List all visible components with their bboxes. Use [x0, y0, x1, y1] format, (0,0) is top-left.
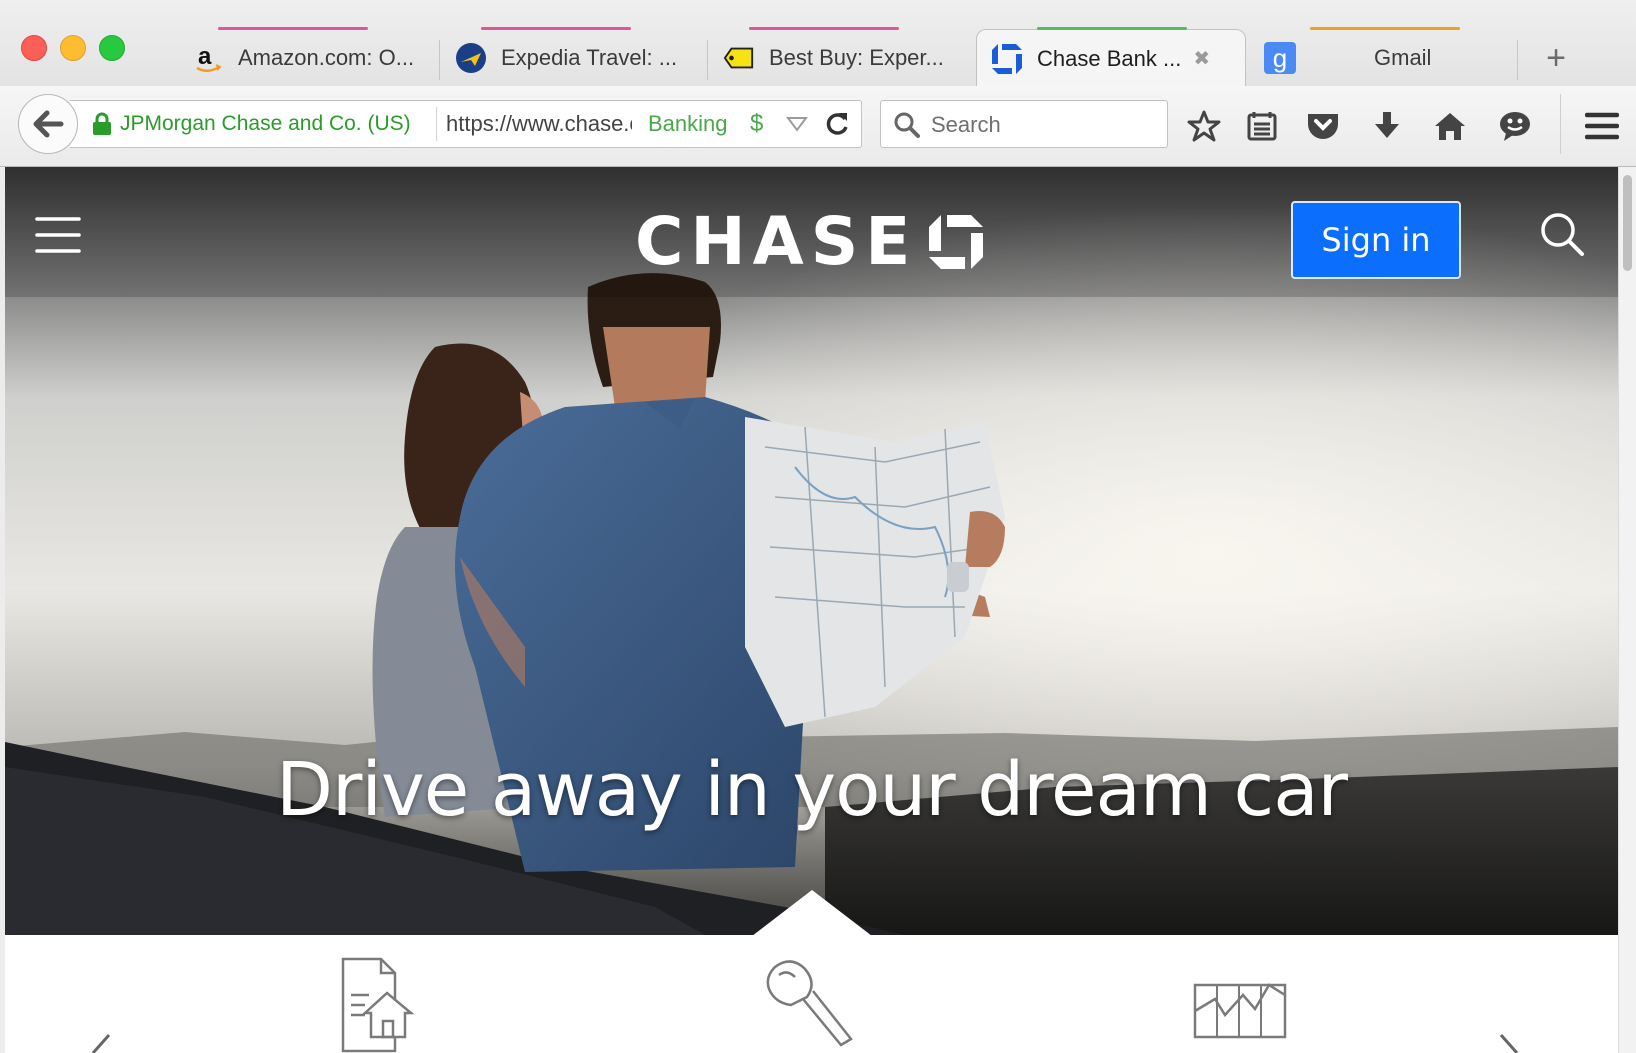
carousel-pointer	[753, 890, 871, 935]
navigation-toolbar: JPMorgan Chase and Co. (US) https://www.…	[0, 86, 1636, 167]
svg-text:a: a	[198, 43, 212, 70]
new-tab-button[interactable]: +	[1538, 40, 1574, 76]
search-input[interactable]	[929, 107, 1161, 143]
bookmark-star-icon	[1187, 110, 1221, 142]
tab-strip: a Amazon.com: O... Expedia Travel: ... B…	[0, 0, 1636, 87]
tab-title: Best Buy: Exper...	[769, 45, 944, 70]
tab-activity-indicator	[1310, 27, 1460, 30]
bookmark-button[interactable]	[1184, 106, 1224, 146]
page-scrollbar[interactable]	[1618, 167, 1636, 1053]
carousel-prev-icon[interactable]	[85, 1031, 115, 1053]
url-text[interactable]: https://www.chase.com	[446, 101, 632, 147]
back-arrow-icon	[33, 110, 64, 138]
close-window-button[interactable]	[21, 35, 47, 61]
downloads-button[interactable]	[1367, 106, 1407, 146]
carousel-next-icon[interactable]	[1495, 1031, 1525, 1053]
reading-list-button[interactable]	[1242, 106, 1282, 146]
home-button[interactable]	[1430, 106, 1470, 146]
tab-activity-indicator	[749, 27, 899, 30]
close-tab-icon[interactable]: ✖	[1193, 46, 1210, 71]
minimize-window-button[interactable]	[60, 35, 86, 61]
url-badge-label[interactable]: Banking	[648, 101, 728, 147]
site-identity[interactable]: JPMorgan Chase and Co. (US)	[92, 101, 411, 147]
tab-gmail[interactable]: g Gmail	[1250, 27, 1518, 86]
dropdown-arrow-icon[interactable]	[786, 115, 808, 133]
tab-title: Chase Bank ...	[1037, 45, 1182, 71]
toolbar-separator	[1560, 94, 1561, 154]
open-menu-button[interactable]	[1582, 106, 1622, 146]
bestbuy-icon	[723, 42, 755, 74]
product-carousel	[5, 935, 1618, 1053]
web-page: CHASE Sign in Drive away in your dream c…	[5, 167, 1618, 1053]
mortgage-icon[interactable]	[335, 955, 421, 1053]
hero-banner: CHASE Sign in Drive away in your dream c…	[5, 167, 1618, 935]
tab-activity-indicator	[1037, 27, 1187, 30]
url-bar[interactable]: JPMorgan Chase and Co. (US) https://www.…	[70, 100, 862, 148]
svg-text:g: g	[1273, 43, 1287, 73]
chat-icon	[1500, 112, 1530, 141]
tab-title: Gmail	[1374, 45, 1432, 70]
back-button[interactable]	[18, 94, 78, 154]
reading-list-icon	[1247, 112, 1277, 141]
scrollbar-thumb[interactable]	[1623, 175, 1632, 271]
pocket-button[interactable]	[1303, 106, 1343, 146]
hero-headline[interactable]: Drive away in your dream car	[5, 747, 1618, 833]
chase-octagon-icon	[929, 215, 984, 269]
dollar-icon: $	[750, 110, 764, 137]
auto-key-icon[interactable]	[761, 955, 857, 1053]
chart-icon[interactable]	[1191, 955, 1291, 1053]
tab-title: Expedia Travel: ...	[501, 45, 678, 70]
tab-chase[interactable]: Chase Bank ... ✖	[976, 27, 1246, 87]
tab-expedia[interactable]: Expedia Travel: ...	[441, 27, 708, 86]
sign-in-button[interactable]: Sign in	[1291, 201, 1461, 279]
tab-activity-indicator	[218, 27, 368, 30]
tab-bestbuy[interactable]: Best Buy: Exper...	[709, 27, 971, 86]
expedia-icon	[455, 42, 487, 74]
chat-button[interactable]	[1495, 106, 1535, 146]
amazon-icon: a	[192, 42, 224, 74]
tab-title: Amazon.com: O...	[238, 45, 415, 70]
url-divider	[436, 107, 437, 141]
google-icon: g	[1264, 42, 1296, 74]
chase-icon	[991, 43, 1023, 75]
lock-icon	[93, 112, 111, 135]
tab-separator	[707, 40, 708, 80]
browser-window: a Amazon.com: O... Expedia Travel: ... B…	[0, 0, 1636, 1053]
zoom-window-button[interactable]	[99, 35, 125, 61]
tab-activity-indicator	[481, 27, 631, 30]
reload-icon[interactable]	[822, 109, 852, 139]
identity-label: JPMorgan Chase and Co. (US)	[120, 112, 411, 135]
menu-icon	[1585, 112, 1619, 140]
site-search-icon[interactable]	[1537, 209, 1587, 259]
home-icon	[1435, 113, 1465, 140]
chase-logo[interactable]: CHASE	[635, 209, 985, 275]
search-bar[interactable]	[880, 100, 1168, 148]
site-menu-icon[interactable]	[35, 215, 81, 255]
chase-wordmark: CHASE	[635, 203, 918, 280]
tab-separator	[1517, 40, 1518, 80]
search-icon	[894, 112, 920, 138]
tab-amazon[interactable]: a Amazon.com: O...	[178, 27, 440, 86]
download-icon	[1375, 112, 1399, 138]
tab-separator	[439, 40, 440, 80]
pocket-icon	[1308, 114, 1338, 139]
